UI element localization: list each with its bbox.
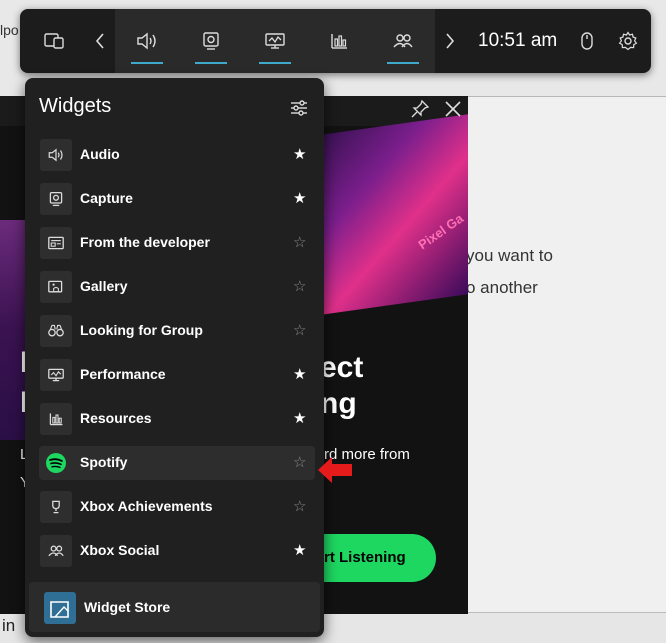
- widget-item-capture[interactable]: Capture ★: [39, 182, 315, 216]
- mouse-lock-button[interactable]: [574, 9, 600, 73]
- pin-icon[interactable]: [410, 99, 430, 119]
- widget-item-icon-box: [40, 447, 72, 479]
- capture-icon: [49, 191, 63, 207]
- binoculars-icon: [48, 324, 64, 337]
- performance-icon: [48, 368, 64, 382]
- performance-icon: [265, 33, 285, 49]
- game-bar: 10:51 am: [20, 9, 651, 73]
- active-indicator: [195, 62, 227, 64]
- widget-item-gallery[interactable]: Gallery ☆: [39, 270, 315, 304]
- widget-item-icon-box: [40, 315, 72, 347]
- close-icon[interactable]: [443, 99, 463, 119]
- favorite-star-icon[interactable]: ☆: [293, 453, 306, 471]
- favorite-star-icon[interactable]: ☆: [293, 497, 306, 515]
- background-footer-text: in: [2, 616, 16, 635]
- favorite-star-icon[interactable]: ☆: [293, 321, 306, 339]
- widget-item-performance[interactable]: Performance ★: [39, 358, 315, 392]
- speaker-icon: [48, 148, 63, 162]
- spotify-headline-line: ect: [320, 351, 364, 384]
- widget-item-label: Xbox Achievements: [80, 498, 213, 514]
- audio-widget-button[interactable]: [115, 9, 179, 73]
- resources-icon: [331, 34, 347, 49]
- chevron-left-icon: [95, 33, 104, 49]
- spotify-headline: ect ng: [320, 350, 363, 422]
- widget-item-label: Xbox Social: [80, 542, 160, 558]
- chevron-right-icon: [446, 33, 455, 49]
- favorite-star-icon[interactable]: ☆: [293, 233, 306, 251]
- widget-item-label: Capture: [80, 190, 133, 206]
- widgets-list: Audio ★ Capture ★ From the developer ☆ G…: [39, 138, 315, 578]
- scroll-right-button[interactable]: [438, 9, 462, 73]
- xbox-social-widget-button[interactable]: [371, 9, 435, 73]
- widget-item-from-the-developer[interactable]: From the developer ☆: [39, 226, 315, 260]
- trophy-icon: [52, 500, 60, 514]
- spotify-headline-line: ng: [320, 387, 357, 420]
- pinned-widgets-group: [115, 9, 435, 73]
- widget-item-label: Audio: [80, 146, 120, 162]
- widget-item-looking-for-group[interactable]: Looking for Group ☆: [39, 314, 315, 348]
- gallery-icon: [48, 280, 63, 293]
- widget-item-label: Spotify: [80, 454, 128, 470]
- performance-widget-button[interactable]: [243, 9, 307, 73]
- start-listening-button[interactable]: rt Listening: [310, 534, 436, 582]
- widget-item-xbox-achievements[interactable]: Xbox Achievements ☆: [39, 490, 315, 524]
- widgets-menu: Widgets Audio ★ Capture ★ From the devel…: [25, 78, 324, 637]
- widget-store-icon: [44, 592, 76, 624]
- widget-item-icon-box: [40, 491, 72, 523]
- active-indicator: [131, 62, 163, 64]
- widget-item-icon-box: [40, 271, 72, 303]
- widget-menu-button[interactable]: [34, 9, 74, 73]
- developer-icon: [48, 236, 64, 250]
- background-text-line: you want to: [466, 246, 553, 265]
- widget-item-xbox-social[interactable]: Xbox Social ★: [39, 534, 315, 568]
- resources-icon: [49, 413, 63, 426]
- widget-item-label: Performance: [80, 366, 166, 382]
- settings-icon: [618, 31, 638, 51]
- widget-item-label: Resources: [80, 410, 152, 426]
- widget-store-button[interactable]: Widget Store: [29, 582, 320, 632]
- people-icon: [48, 545, 64, 557]
- widget-item-label: Looking for Group: [80, 322, 203, 338]
- widget-item-icon-box: [40, 403, 72, 435]
- widget-item-audio[interactable]: Audio ★: [39, 138, 315, 172]
- widget-item-resources[interactable]: Resources ★: [39, 402, 315, 436]
- scroll-left-button[interactable]: [88, 9, 112, 73]
- favorite-star-icon[interactable]: ★: [293, 409, 306, 427]
- resources-widget-button[interactable]: [307, 9, 371, 73]
- spotify-artwork: [300, 114, 468, 318]
- widget-item-icon-box: [40, 139, 72, 171]
- audio-icon: [137, 32, 156, 50]
- capture-icon: [203, 32, 219, 50]
- favorite-star-icon[interactable]: ★: [293, 145, 306, 163]
- widget-item-icon-box: [40, 535, 72, 567]
- favorite-star-icon[interactable]: ★: [293, 189, 306, 207]
- xbox-social-icon: [393, 34, 413, 48]
- background-text-line: o another: [466, 278, 538, 297]
- widget-item-spotify[interactable]: Spotify ☆: [39, 446, 315, 480]
- clock: 10:51 am: [478, 30, 558, 51]
- active-indicator: [387, 62, 419, 64]
- annotation-arrow-icon: [318, 457, 352, 483]
- filter-settings-icon[interactable]: [289, 98, 309, 118]
- widget-menu-icon: [44, 33, 64, 49]
- widgets-menu-title: Widgets: [39, 95, 112, 117]
- widget-item-icon-box: [40, 227, 72, 259]
- spotify-icon: [46, 453, 66, 473]
- settings-button[interactable]: [614, 9, 642, 73]
- active-indicator: [259, 62, 291, 64]
- widget-item-icon-box: [40, 359, 72, 391]
- mouse-icon: [581, 32, 593, 50]
- capture-widget-button[interactable]: [179, 9, 243, 73]
- store-bag-icon: [50, 601, 69, 618]
- favorite-star-icon[interactable]: ☆: [293, 277, 306, 295]
- favorite-star-icon[interactable]: ★: [293, 541, 306, 559]
- background-crumb: lpo: [0, 22, 19, 38]
- widget-item-label: Gallery: [80, 278, 128, 294]
- widget-store-label: Widget Store: [84, 599, 171, 615]
- widget-item-label: From the developer: [80, 234, 210, 250]
- widget-item-icon-box: [40, 183, 72, 215]
- favorite-star-icon[interactable]: ★: [293, 365, 306, 383]
